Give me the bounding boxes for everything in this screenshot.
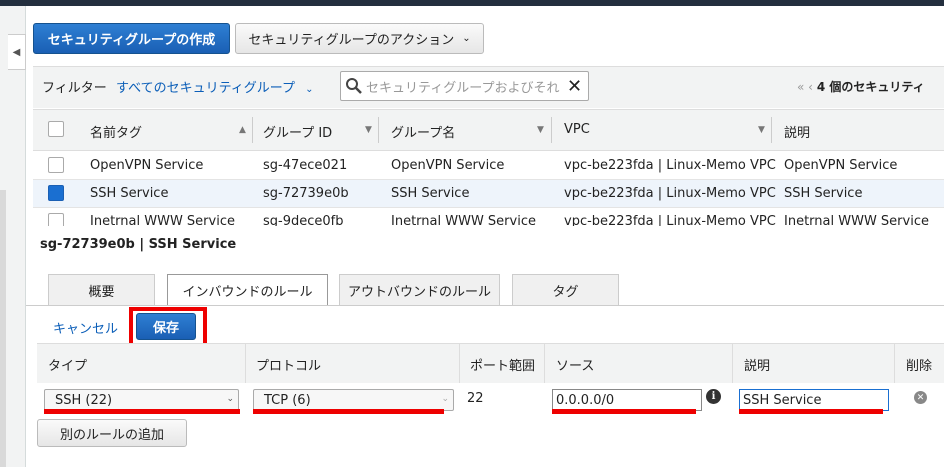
tab-outbound-rules[interactable]: アウトバウンドのルール [339,274,500,305]
filter-label: フィルター [42,81,107,96]
column-divider [459,343,460,383]
tab-underline [26,305,944,306]
tab-label: タグ [552,284,579,300]
save-button[interactable]: 保存 [136,313,196,340]
actions-label: セキュリティグループのアクション [248,33,455,48]
rules-column-type: タイプ [48,359,88,374]
cell-name-tag: OpenVPN Service [90,158,204,173]
select-all-checkbox[interactable] [48,121,64,137]
prev-page-icon[interactable]: ‹ [808,80,813,94]
description-input[interactable]: SSH Service [739,389,889,411]
first-page-icon[interactable]: « [797,80,804,94]
sidebar-scrollbar[interactable] [0,190,6,467]
pagination-text: 4 個のセキュリティ [816,80,925,94]
tab-label: アウトバウンドのルール [347,284,491,300]
column-header-group-name[interactable]: グループ名 [391,122,455,141]
rules-column-protocol: プロトコル [256,359,322,374]
source-input[interactable]: 0.0.0.0/0 [552,389,702,411]
add-rule-label: 別のルールの追加 [59,427,164,443]
cell-group-id: sg-47ece021 [263,158,348,173]
chevron-left-icon: ◀ [12,46,21,58]
column-header-name-tag[interactable]: 名前タグ [90,122,142,141]
column-header-vpc[interactable]: VPC [564,122,590,137]
column-divider [245,343,246,383]
cell-vpc: vpc-be223fda | Linux-Memo VPC [564,186,776,201]
sort-ascending-icon[interactable]: ▲ [239,125,246,135]
protocol-select[interactable]: TCP (6) ⌄ [253,389,454,411]
column-divider [771,117,772,143]
tab-label: インバウンドのルール [182,285,313,300]
cell-name-tag: SSH Service [90,186,169,201]
source-input-value: 0.0.0.0/0 [556,392,615,408]
search-icon [345,77,363,99]
caret-down-icon: ⌄ [462,33,471,44]
detail-title: sg-72739e0b | SSH Service [40,237,237,252]
chevron-down-icon: ⌄ [441,394,449,404]
clear-search-icon[interactable]: ✕ [567,76,582,97]
cancel-link[interactable]: キャンセル [53,318,118,337]
red-underline-annotation [552,409,696,414]
create-security-group-button[interactable]: セキュリティグループの作成 [33,23,230,54]
red-underline-annotation [739,409,883,414]
column-divider [894,343,895,383]
rules-column-description: 説明 [744,359,771,374]
column-divider [544,343,545,383]
column-divider [378,117,379,143]
column-header-description[interactable]: 説明 [784,122,810,141]
cell-group-id: sg-72739e0b [263,186,349,201]
tab-summary[interactable]: 概要 [48,274,155,305]
filter-dropdown-value: すべてのセキュリティグループ [116,81,296,96]
create-security-group-label: セキュリティグループの作成 [47,33,216,48]
tab-tags[interactable]: タグ [512,274,619,305]
port-range-value: 22 [467,391,484,406]
column-divider [732,343,733,383]
type-select[interactable]: SSH (22) ⌄ [44,389,239,411]
info-icon[interactable]: i [706,389,721,404]
delete-rule-icon[interactable]: ✕ [914,391,927,404]
cell-description: OpenVPN Service [784,158,898,173]
sort-icon[interactable]: ▼ [758,125,765,135]
type-select-value: SSH (22) [55,392,113,408]
search-placeholder: セキュリティグループおよびそれ [366,81,560,96]
red-underline-annotation [44,409,240,414]
sort-icon[interactable]: ▼ [537,125,544,135]
cell-group-name: OpenVPN Service [391,158,505,173]
sort-icon[interactable]: ▼ [365,125,372,135]
top-nav-bar [0,0,944,6]
red-underline-annotation [253,409,444,414]
row-checkbox[interactable] [48,157,64,173]
column-divider [551,117,552,143]
chevron-down-icon: ⌄ [226,394,234,404]
add-rule-button[interactable]: 別のルールの追加 [37,419,187,447]
description-input-value: SSH Service [743,392,822,408]
rules-column-port-range: ポート範囲 [470,359,536,374]
collapse-sidebar-button[interactable]: ◀ [8,34,26,70]
cell-description: SSH Service [784,186,863,201]
row-checkbox-checked[interactable] [48,185,64,201]
rules-column-delete: 削除 [906,359,933,374]
cell-group-name: SSH Service [391,186,470,201]
tab-inbound-rules[interactable]: インバウンドのルール [167,274,328,306]
tab-label: 概要 [88,284,115,300]
rules-column-source: ソース [556,359,595,374]
filter-dropdown[interactable]: すべてのセキュリティグループ ⌄ [116,77,314,96]
security-group-actions-button[interactable]: セキュリティグループのアクション ⌄ [235,23,484,54]
save-label: 保存 [152,321,179,336]
pagination: « ‹ 4 個のセキュリティ [797,78,925,95]
chevron-down-icon: ⌄ [305,84,314,95]
protocol-select-value: TCP (6) [264,392,311,408]
column-header-group-id[interactable]: グループ ID [263,122,332,141]
cell-vpc: vpc-be223fda | Linux-Memo VPC [564,158,776,173]
column-divider [252,117,253,143]
